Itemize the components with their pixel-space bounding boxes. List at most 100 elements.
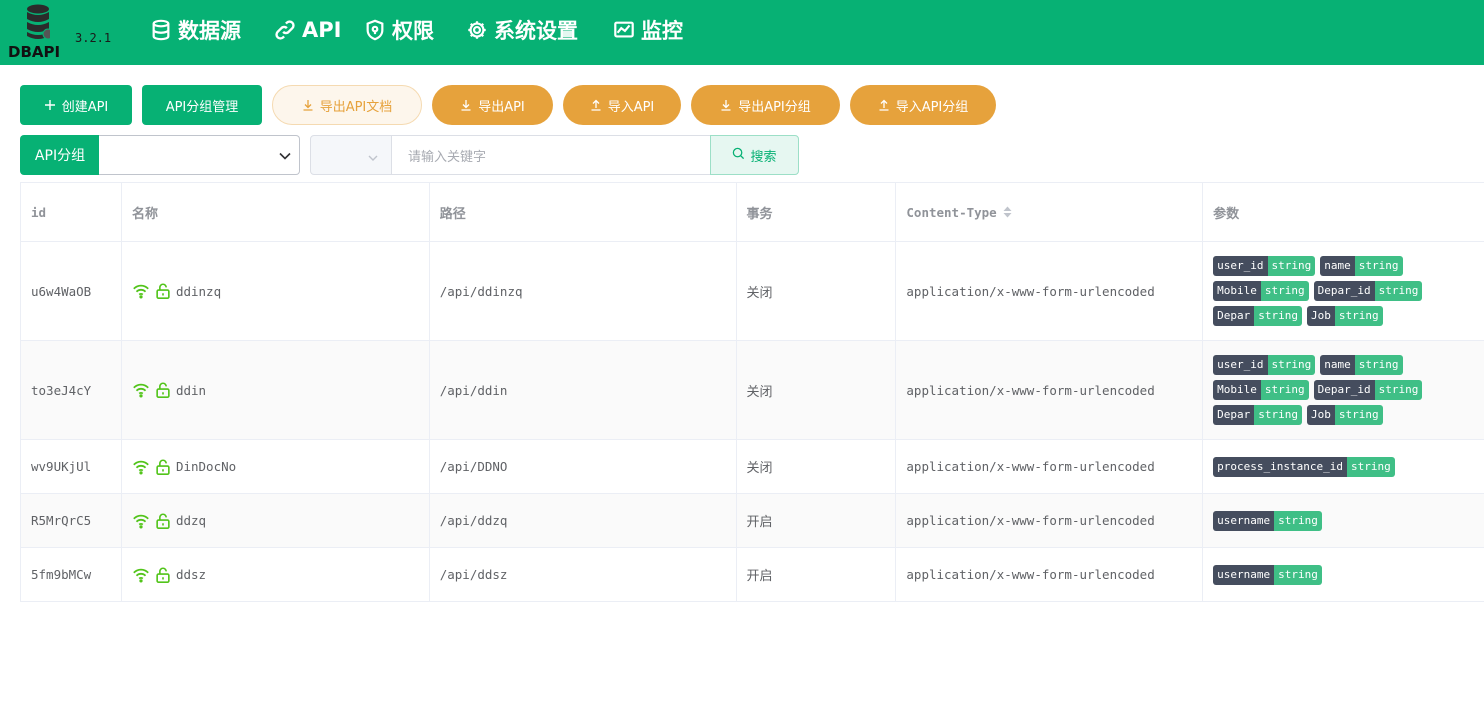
param-tag: Job string (1307, 405, 1383, 425)
table-row[interactable]: to3eJ4cY ddin/api/ddin 关闭 application/x-www… (21, 341, 1484, 440)
param-tag-list: username string (1213, 510, 1453, 531)
table-row[interactable]: 5fm9bMCw ddsz/api/ddsz 开启 application/x-www… (21, 548, 1484, 602)
download-icon (720, 99, 732, 111)
import-api-group-button[interactable]: 导入API分组 (850, 85, 996, 125)
upload-icon (878, 99, 890, 111)
cell-id: wv9UKjUl (21, 440, 122, 493)
keyword-search-input[interactable]: 请输入关键字 (391, 135, 711, 175)
param-tag: Depar string (1213, 405, 1303, 425)
param-name: Depar (1213, 306, 1255, 326)
export-api-button[interactable]: 导出API (432, 85, 553, 125)
table-row[interactable]: R5MrQrC5 ddzq/api/ddzq 开启 application/x-www… (21, 494, 1484, 548)
cell-params: process_instance_id string (1203, 440, 1484, 493)
param-tag-list: process_instance_id string (1213, 456, 1453, 477)
button-label: 导入API (607, 99, 655, 115)
unlock-icon (154, 282, 172, 300)
cell-content-type: application/x-www-form-urlencoded (896, 548, 1204, 601)
column-header-path: 路径 (430, 183, 737, 241)
param-type: string (1347, 456, 1395, 477)
nav-monitor[interactable]: 监控 (612, 14, 683, 46)
cell-name: ddin (122, 341, 430, 439)
export-api-group-button[interactable]: 导出API分组 (691, 85, 840, 125)
column-header-id: id (21, 183, 122, 241)
param-name: Job (1307, 405, 1335, 425)
nav-label: 系统设置 (494, 19, 578, 43)
param-type: string (1260, 281, 1309, 301)
cell-params: username string (1203, 548, 1484, 601)
keyword-field-select[interactable] (310, 135, 392, 175)
cell-path: /api/ddinzq (430, 242, 737, 340)
param-type: string (1334, 306, 1383, 326)
param-name: Depar_id (1313, 281, 1375, 301)
api-group-manage-button[interactable]: API分组管理 (142, 85, 262, 125)
param-tag: Depar_id string (1313, 281, 1423, 301)
param-name: Mobile (1213, 281, 1261, 301)
cell-transaction: 关闭 (737, 242, 897, 340)
param-type: string (1354, 256, 1403, 276)
param-type: string (1267, 355, 1316, 375)
param-tag: user_id string (1213, 256, 1316, 276)
wifi-icon (132, 512, 150, 530)
button-label: API分组管理 (165, 99, 239, 115)
download-icon (460, 99, 472, 111)
button-label: 导出API (478, 99, 525, 115)
cell-name: ddinzq (122, 242, 430, 340)
search-button[interactable]: 搜索 (710, 135, 799, 175)
gear-icon (465, 18, 489, 42)
api-name: DinDocNo (175, 459, 237, 474)
import-api-button[interactable]: 导入API (563, 85, 681, 125)
param-tag-list: username string (1213, 564, 1453, 585)
create-api-button[interactable]: 创建API (20, 85, 132, 125)
button-label: 搜索 (750, 149, 777, 165)
unlock-icon (154, 512, 172, 530)
cell-name: DinDocNo (122, 440, 430, 493)
table-row[interactable]: wv9UKjUl DinDocNo/api/DDNO 关闭 application/x… (21, 440, 1484, 494)
param-tag: name string (1320, 355, 1403, 375)
cell-id: to3eJ4cY (21, 341, 122, 439)
param-type: string (1260, 380, 1309, 400)
param-tag: Mobile string (1213, 281, 1309, 301)
cell-id: 5fm9bMCw (21, 548, 122, 601)
param-name: name (1320, 256, 1355, 276)
cell-id: u6w4WaOB (21, 242, 122, 340)
param-type: string (1267, 256, 1316, 276)
nav-permission[interactable]: 权限 (363, 14, 434, 46)
wifi-icon (132, 282, 150, 300)
database-icon (149, 18, 173, 42)
api-name: ddin (175, 382, 207, 398)
api-name: ddinzq (175, 283, 222, 299)
param-tag-list: user_id string name string Mobile string Depar… (1213, 256, 1453, 326)
button-label: 导出API分组 (738, 99, 811, 115)
param-tag: Mobile string (1213, 380, 1309, 400)
param-type: string (1374, 380, 1423, 400)
sort-icon[interactable] (1003, 206, 1012, 218)
nav-label: 监控 (641, 19, 683, 43)
cell-content-type: application/x-www-form-urlencoded (896, 440, 1204, 493)
wifi-icon (132, 381, 150, 399)
nav-label: API (302, 18, 342, 42)
param-name: Mobile (1213, 380, 1261, 400)
param-type: string (1254, 306, 1303, 326)
api-name: ddzq (175, 513, 207, 528)
column-header-label: Content-Type (906, 204, 997, 220)
column-header-content-type[interactable]: Content-Type (896, 183, 1204, 241)
table-row[interactable]: u6w4WaOB ddinzq/api/ddinzq 关闭 application/x… (21, 242, 1484, 341)
wifi-icon (132, 458, 150, 476)
cell-content-type: application/x-www-form-urlencoded (896, 341, 1204, 439)
top-navbar: DBAPI 3.2.1 数据源 API 权限 系统设置 监控 (0, 0, 1484, 65)
nav-settings[interactable]: 系统设置 (465, 14, 578, 46)
param-tag: name string (1320, 256, 1403, 276)
param-name: user_id (1213, 256, 1268, 276)
api-group-select[interactable] (99, 135, 300, 175)
param-tag: process_instance_id string (1213, 456, 1395, 477)
param-tag: Depar string (1213, 306, 1303, 326)
param-tag: Depar_id string (1313, 380, 1423, 400)
button-label: 导入API分组 (895, 99, 969, 115)
cell-transaction: 开启 (737, 548, 897, 601)
nav-api[interactable]: API (273, 14, 341, 46)
logo-text: DBAPI (8, 43, 61, 61)
cell-params: user_id string name string Mobile string Depar… (1203, 341, 1484, 439)
export-api-doc-button[interactable]: 导出API文档 (272, 85, 422, 125)
nav-datasource[interactable]: 数据源 (149, 14, 241, 46)
shield-icon (363, 18, 387, 42)
